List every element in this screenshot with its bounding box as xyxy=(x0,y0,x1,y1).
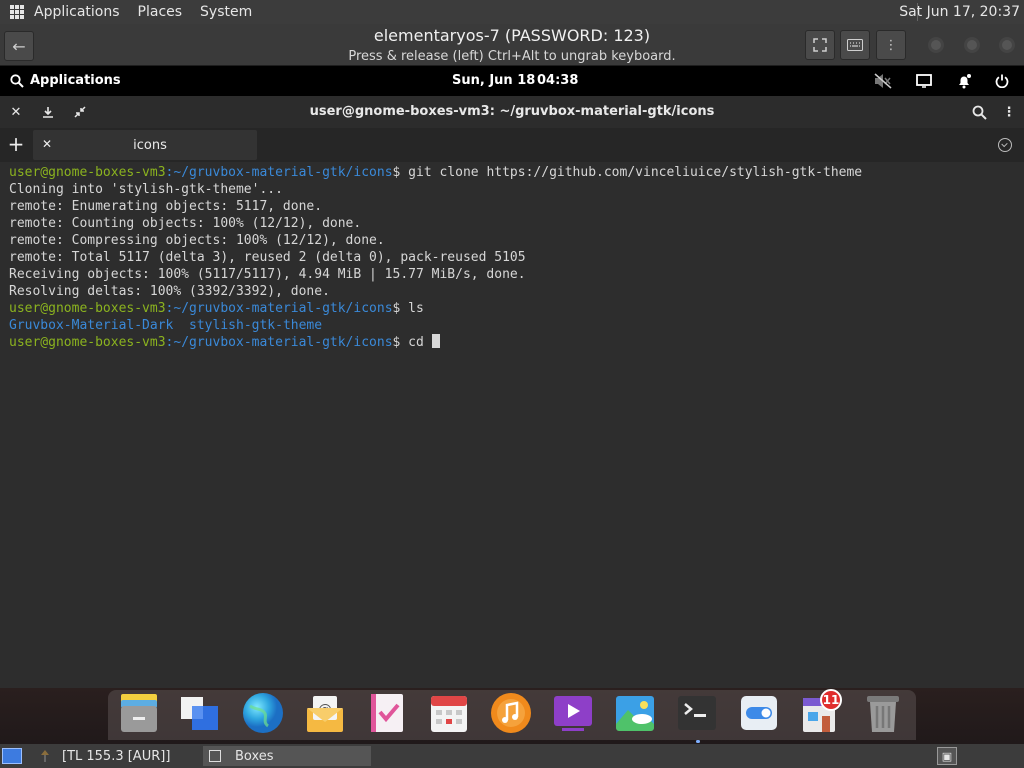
taskbar-item-tl[interactable]: [TL 155.3 [AUR]] xyxy=(38,744,170,768)
fullscreen-button[interactable] xyxy=(805,30,835,60)
guest-date[interactable]: Sun, Jun 18 xyxy=(452,73,535,88)
terminal-header-bar: ✕ user@gnome-boxes-vm3: ~/gruvbox-materi… xyxy=(0,96,1024,128)
volume-muted-icon xyxy=(874,73,892,89)
search-icon xyxy=(10,73,24,88)
ls-item: Gruvbox-Material-Dark xyxy=(9,318,174,333)
power-icon xyxy=(995,74,1009,88)
menu-applications[interactable]: Applications xyxy=(34,4,120,20)
boxes-header-bar: ← elementaryos-7 (PASSWORD: 123) Press &… xyxy=(0,24,1024,66)
app-grid-icon[interactable] xyxy=(10,5,24,19)
tab-icons[interactable]: ✕ icons xyxy=(33,130,257,160)
prompt-path: :~/gruvbox-material-gtk/icons xyxy=(165,301,393,316)
files-app-icon[interactable] xyxy=(118,692,160,734)
bell-icon xyxy=(959,74,971,89)
notifications-indicator[interactable] xyxy=(954,71,974,91)
workspace-icon: ▣ xyxy=(941,749,953,763)
output-line: Cloning into 'stylish-gtk-theme'... xyxy=(9,182,283,197)
tab-label: icons xyxy=(133,138,167,153)
terminal-output[interactable]: user@gnome-boxes-vm3:~/gruvbox-material-… xyxy=(0,162,1024,690)
photos-app-icon[interactable] xyxy=(614,692,656,734)
mail-app-icon[interactable]: @ xyxy=(304,692,346,734)
close-window-button[interactable] xyxy=(999,37,1015,53)
output-line: remote: Enumerating objects: 5117, done. xyxy=(9,199,323,214)
command-line: user@gnome-boxes-vm3:~/gruvbox-material-… xyxy=(9,300,1015,317)
menu-button[interactable]: ⋮ xyxy=(876,30,906,60)
applications-label: Applications xyxy=(30,73,121,88)
dock: @ 11 xyxy=(108,689,916,740)
output-line: remote: Compressing objects: 100% (12/12… xyxy=(9,233,385,248)
maximize-button[interactable] xyxy=(964,37,980,53)
vm-title: elementaryos-7 (PASSWORD: 123) xyxy=(373,26,651,45)
taskbar-item-label: Boxes xyxy=(235,748,274,764)
prompt-path: :~/gruvbox-material-gtk/icons xyxy=(165,165,393,180)
screen-icon xyxy=(916,74,932,88)
show-desktop-icon[interactable] xyxy=(2,748,22,764)
new-tab-button[interactable]: + xyxy=(6,132,26,156)
output-line: remote: Total 5117 (delta 3), reused 2 (… xyxy=(9,250,526,265)
videos-app-icon[interactable] xyxy=(552,692,594,734)
command-line: user@gnome-boxes-vm3:~/gruvbox-material-… xyxy=(9,164,1015,181)
output-line: Receiving objects: 100% (5117/5117), 4.9… xyxy=(9,267,526,282)
closed-tabs-history-icon[interactable] xyxy=(998,138,1012,152)
display-indicator[interactable] xyxy=(914,71,934,91)
settings-app-icon[interactable] xyxy=(738,692,780,734)
terminal-tab-bar: + ✕ icons xyxy=(0,128,1024,162)
taskbar-item-label: [TL 155.3 [AUR]] xyxy=(62,748,171,764)
terminal-app-icon[interactable] xyxy=(676,692,718,734)
output-line: Resolving deltas: 100% (3392/3392), done… xyxy=(9,284,330,299)
power-indicator[interactable] xyxy=(992,71,1012,91)
text-cursor xyxy=(431,334,440,348)
guest-applications-menu[interactable]: Applications xyxy=(10,73,121,88)
keyboard-icon xyxy=(847,39,863,51)
host-clock[interactable]: Sat Jun 17, 20:37 xyxy=(899,4,1020,20)
host-top-panel: Applications Places System Sat Jun 17, 2… xyxy=(0,0,1024,24)
guest-top-panel: Applications Sun, Jun 18 04:38 xyxy=(0,66,1024,96)
ls-item: stylish-gtk-theme xyxy=(189,318,323,333)
menu-system[interactable]: System xyxy=(200,4,252,20)
kebab-menu-icon: ⋮ xyxy=(884,37,898,53)
update-count-badge: 11 xyxy=(820,689,842,711)
calendar-app-icon[interactable] xyxy=(428,692,470,734)
kebab-menu-icon: ⋮ xyxy=(1002,104,1016,120)
terminal-menu-button[interactable]: ⋮ xyxy=(999,102,1019,122)
prompt-path: :~/gruvbox-material-gtk/icons xyxy=(165,335,393,350)
command-text: cd xyxy=(400,335,432,350)
host-bottom-panel: [TL 155.3 [AUR]] Boxes ▣ xyxy=(0,744,1024,768)
command-line: user@gnome-boxes-vm3:~/gruvbox-material-… xyxy=(9,334,1015,351)
terminal-title: user@gnome-boxes-vm3: ~/gruvbox-material… xyxy=(309,104,715,119)
workspace-switcher[interactable]: ▣ xyxy=(937,747,957,765)
minimize-button[interactable] xyxy=(928,37,944,53)
search-icon xyxy=(972,105,987,120)
trash-icon[interactable] xyxy=(862,692,904,734)
terminal-search-button[interactable] xyxy=(969,102,989,122)
boxes-app-icon xyxy=(209,750,221,762)
sound-muted-indicator[interactable] xyxy=(873,71,893,91)
appcenter-app-icon[interactable]: 11 xyxy=(800,689,842,734)
command-text: git clone https://github.com/vinceliuice… xyxy=(400,165,863,180)
keyboard-button[interactable] xyxy=(840,30,870,60)
menu-places[interactable]: Places xyxy=(138,4,183,20)
command-text: ls xyxy=(400,301,424,316)
ls-output-line: Gruvbox-Material-Dark stylish-gtk-theme xyxy=(9,317,1015,334)
prompt-user: user@gnome-boxes-vm3 xyxy=(9,165,166,180)
plus-icon: + xyxy=(7,132,25,156)
application-icon xyxy=(41,750,49,762)
output-line: remote: Counting objects: 100% (12/12), … xyxy=(9,216,362,231)
web-browser-icon[interactable] xyxy=(242,692,284,734)
tasks-app-icon[interactable] xyxy=(366,692,408,734)
taskbar-item-boxes[interactable]: Boxes xyxy=(203,746,371,766)
running-indicator xyxy=(696,740,700,743)
vm-subtitle: Press & release (left) Ctrl+Alt to ungra… xyxy=(348,49,676,64)
prompt-user: user@gnome-boxes-vm3 xyxy=(9,335,166,350)
prompt-user: user@gnome-boxes-vm3 xyxy=(9,301,166,316)
music-app-icon[interactable] xyxy=(490,692,532,734)
fullscreen-icon xyxy=(813,38,827,52)
multitasking-view-icon[interactable] xyxy=(178,692,220,734)
guest-time[interactable]: 04:38 xyxy=(537,73,578,88)
